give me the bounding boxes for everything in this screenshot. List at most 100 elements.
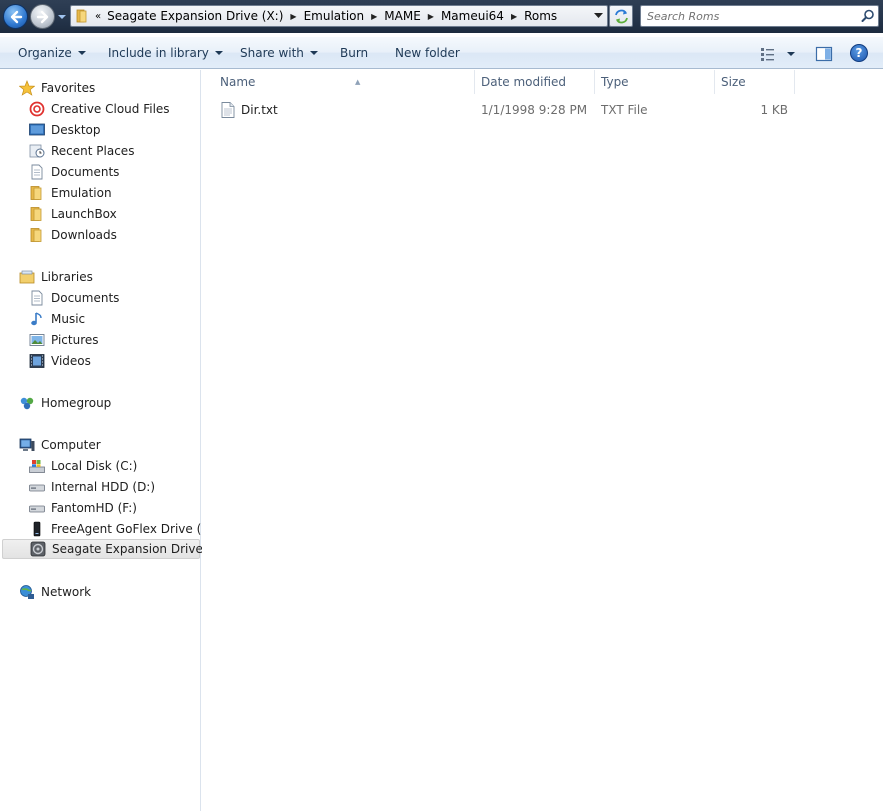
nav-item-label: Pictures [51, 333, 99, 347]
preview-pane-button[interactable] [815, 45, 833, 63]
music-note-icon [31, 312, 42, 326]
system-drive-icon [29, 460, 45, 473]
column-header-size[interactable]: Size [715, 70, 795, 94]
folder-icon [30, 207, 42, 221]
search-box [640, 5, 879, 27]
breadcrumb-mame[interactable]: MAME [384, 9, 428, 23]
address-bar[interactable]: « Seagate Expansion Drive (X:) ▶ Emulati… [70, 5, 608, 27]
column-header-name[interactable]: Name ▲ [214, 70, 475, 94]
nav-item-label: Downloads [51, 228, 117, 242]
organize-button[interactable]: Organize [18, 46, 86, 60]
desktop-icon [29, 123, 45, 136]
recent-pages-chevron-down-icon[interactable] [57, 12, 67, 22]
share-with-button[interactable]: Share with [240, 46, 318, 60]
include-in-library-button[interactable]: Include in library [108, 46, 223, 60]
nav-item-local-disk-c[interactable]: Local Disk (C:) [29, 456, 137, 476]
forward-button[interactable] [30, 4, 55, 29]
nav-favorites[interactable]: Favorites [19, 78, 95, 98]
search-input[interactable] [641, 6, 853, 26]
folder-icon [76, 9, 87, 23]
search-icon[interactable] [861, 9, 875, 23]
nav-network-label: Network [41, 585, 92, 599]
recent-places-icon [29, 144, 45, 158]
folder-icon [30, 228, 42, 242]
nav-item-seagate-expansion-x[interactable]: Seagate Expansion Drive (X:) [2, 539, 228, 559]
computer-icon [19, 438, 35, 451]
nav-item-library-documents[interactable]: Documents [29, 288, 119, 308]
nav-item-label: Videos [51, 354, 91, 368]
sort-ascending-icon: ▲ [355, 78, 361, 86]
nav-item-music[interactable]: Music [29, 309, 85, 329]
breadcrumb-separator-icon[interactable]: ▶ [290, 12, 296, 21]
breadcrumb-overflow[interactable]: « [95, 11, 101, 22]
column-header-date-modified[interactable]: Date modified [475, 70, 595, 94]
nav-homegroup-label: Homegroup [41, 396, 112, 410]
preview-pane-icon [815, 46, 833, 62]
nav-libraries-label: Libraries [41, 270, 93, 284]
column-header-type[interactable]: Type [595, 70, 715, 94]
refresh-icon [615, 9, 628, 24]
nav-network[interactable]: Network [19, 582, 91, 602]
homegroup-icon [20, 397, 34, 410]
network-icon [20, 585, 34, 599]
nav-item-launchbox[interactable]: LaunchBox [29, 204, 117, 224]
breadcrumb-separator-icon[interactable]: ▶ [371, 12, 377, 21]
star-icon [19, 80, 35, 96]
folder-icon [30, 186, 42, 200]
breadcrumb-roms[interactable]: Roms [524, 9, 564, 23]
address-row: « Seagate Expansion Drive (X:) ▶ Emulati… [0, 0, 883, 33]
expansion-drive-icon [30, 541, 46, 557]
nav-libraries[interactable]: Libraries [19, 267, 93, 287]
nav-item-label: Music [51, 312, 86, 326]
documents-icon [31, 290, 43, 306]
new-folder-button[interactable]: New folder [395, 46, 460, 60]
refresh-button[interactable] [609, 5, 633, 27]
change-view-button[interactable] [760, 45, 798, 63]
hard-drive-icon [29, 505, 45, 513]
nav-item-creative-cloud[interactable]: Creative Cloud Files [29, 99, 170, 119]
chevron-down-icon [214, 51, 223, 55]
organize-label: Organize [18, 46, 72, 60]
command-bar: Organize Include in library Share with B… [0, 36, 883, 69]
nav-item-internal-hdd-d[interactable]: Internal HDD (D:) [29, 477, 155, 497]
nav-item-label: LaunchBox [51, 207, 117, 221]
file-date-modified: 1/1/1998 9:28 PM [481, 103, 588, 117]
nav-item-freeagent-goflex-i[interactable]: FreeAgent GoFlex Drive (I:) [29, 519, 214, 539]
nav-item-documents[interactable]: Documents [29, 162, 119, 182]
text-file-icon [221, 102, 235, 118]
share-with-label: Share with [240, 46, 304, 60]
nav-item-recent-places[interactable]: Recent Places [29, 141, 134, 161]
arrow-left-icon [10, 10, 23, 24]
breadcrumb-seagate-drive[interactable]: Seagate Expansion Drive (X:) [107, 9, 290, 23]
breadcrumb-mameui64[interactable]: Mameui64 [441, 9, 511, 23]
nav-item-downloads[interactable]: Downloads [29, 225, 117, 245]
nav-item-pictures[interactable]: Pictures [29, 330, 99, 350]
nav-item-label: FreeAgent GoFlex Drive (I:) [51, 522, 214, 536]
nav-item-label: Creative Cloud Files [51, 102, 170, 116]
nav-item-label: FantomHD (F:) [51, 501, 137, 515]
nav-item-desktop[interactable]: Desktop [29, 120, 101, 140]
nav-computer-label: Computer [41, 438, 101, 452]
breadcrumb-separator-icon[interactable]: ▶ [428, 12, 434, 21]
file-row[interactable]: Dir.txt 1/1/1998 9:28 PM TXT File 1 KB [214, 99, 794, 121]
help-button[interactable]: ? [850, 44, 868, 62]
nav-item-label: Desktop [51, 123, 101, 137]
file-size: 1 KB [760, 103, 788, 117]
nav-item-label: Recent Places [51, 144, 135, 158]
breadcrumb-separator-icon[interactable]: ▶ [511, 12, 517, 21]
nav-item-emulation[interactable]: Emulation [29, 183, 112, 203]
back-button[interactable] [3, 4, 28, 29]
videos-icon [29, 354, 45, 368]
burn-button[interactable]: Burn [340, 46, 368, 60]
breadcrumb-emulation[interactable]: Emulation [304, 9, 372, 23]
documents-icon [31, 164, 43, 180]
nav-item-videos[interactable]: Videos [29, 351, 91, 371]
nav-homegroup[interactable]: Homegroup [19, 393, 111, 413]
file-list: Name ▲ Date modified Type Size Dir.txt 1… [202, 70, 883, 811]
nav-item-fantomhd-f[interactable]: FantomHD (F:) [29, 498, 137, 518]
chevron-down-icon [77, 51, 86, 55]
nav-favorites-label: Favorites [41, 81, 96, 95]
address-history-chevron-down-icon[interactable] [594, 12, 603, 20]
file-type: TXT File [601, 103, 648, 117]
nav-computer[interactable]: Computer [19, 435, 101, 455]
